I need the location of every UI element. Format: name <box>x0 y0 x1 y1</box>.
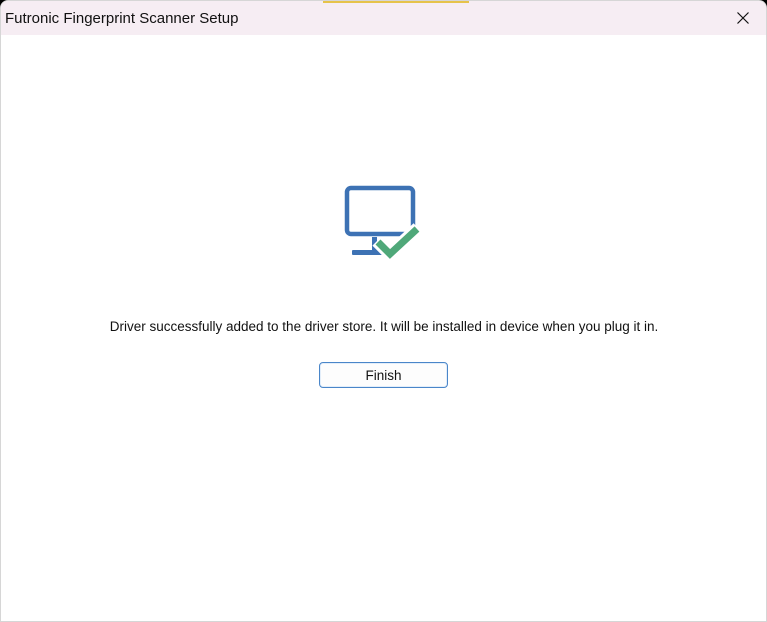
close-icon <box>737 12 749 24</box>
titlebar-accent <box>323 1 469 3</box>
finish-button[interactable]: Finish <box>319 362 448 388</box>
setup-window: Futronic Fingerprint Scanner Setup Drive… <box>0 0 767 622</box>
title-bar: Futronic Fingerprint Scanner Setup <box>1 1 766 35</box>
status-message: Driver successfully added to the driver … <box>109 319 659 334</box>
setup-content: Driver successfully added to the driver … <box>1 35 766 621</box>
window-title: Futronic Fingerprint Scanner Setup <box>5 10 239 27</box>
close-button[interactable] <box>720 1 766 35</box>
monitor-checkmark-icon <box>344 185 423 264</box>
